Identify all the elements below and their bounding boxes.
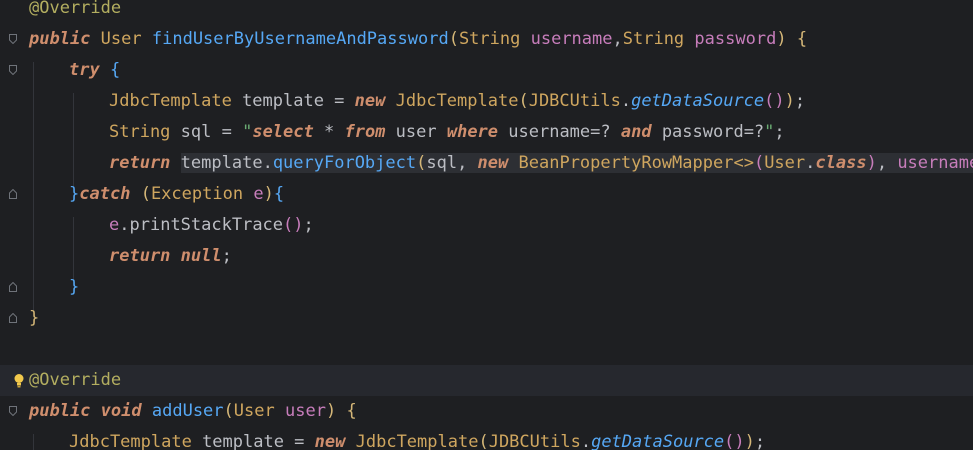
code-line[interactable]: String sql = "select * from user where u…	[0, 117, 973, 148]
method-name: addUser	[151, 401, 224, 421]
fold-arrow-icon[interactable]	[9, 34, 17, 44]
fold-arrow-icon[interactable]	[9, 189, 17, 199]
code-line[interactable]: @Override	[0, 365, 973, 396]
method-name: findUserByUsernameAndPassword	[151, 29, 449, 49]
code-line[interactable]	[0, 334, 973, 365]
fold-arrow-icon[interactable]	[9, 282, 17, 292]
code-line[interactable]: return template.queryForObject(sql, new …	[0, 148, 973, 179]
code-line[interactable]: @Override	[0, 0, 973, 24]
fold-arrow-icon[interactable]	[9, 65, 17, 75]
annotation: @Override	[29, 0, 122, 18]
code-line[interactable]: JdbcTemplate template = new JdbcTemplate…	[0, 427, 973, 450]
fold-arrow-icon[interactable]	[9, 313, 17, 323]
code-line[interactable]: public User findUserByUsernameAndPasswor…	[0, 24, 973, 55]
code-line[interactable]: public void addUser(User user) {	[0, 396, 973, 427]
code-line[interactable]: }catch (Exception e){	[0, 179, 973, 210]
code-line[interactable]: return null;	[0, 241, 973, 272]
code-line[interactable]: try {	[0, 55, 973, 86]
lightbulb-icon[interactable]	[13, 369, 25, 388]
code-editor[interactable]: @Override public User findUserByUsername…	[0, 0, 973, 450]
code-line[interactable]: e.printStackTrace();	[0, 210, 973, 241]
code-line[interactable]: }	[0, 272, 973, 303]
fold-arrow-icon[interactable]	[9, 406, 17, 416]
code-line[interactable]: JdbcTemplate template = new JdbcTemplate…	[0, 86, 973, 117]
code-line[interactable]: }	[0, 303, 973, 334]
annotation: @Override	[29, 370, 122, 390]
caret-highlight: template.queryForObject(sql, new BeanPro…	[180, 153, 973, 173]
